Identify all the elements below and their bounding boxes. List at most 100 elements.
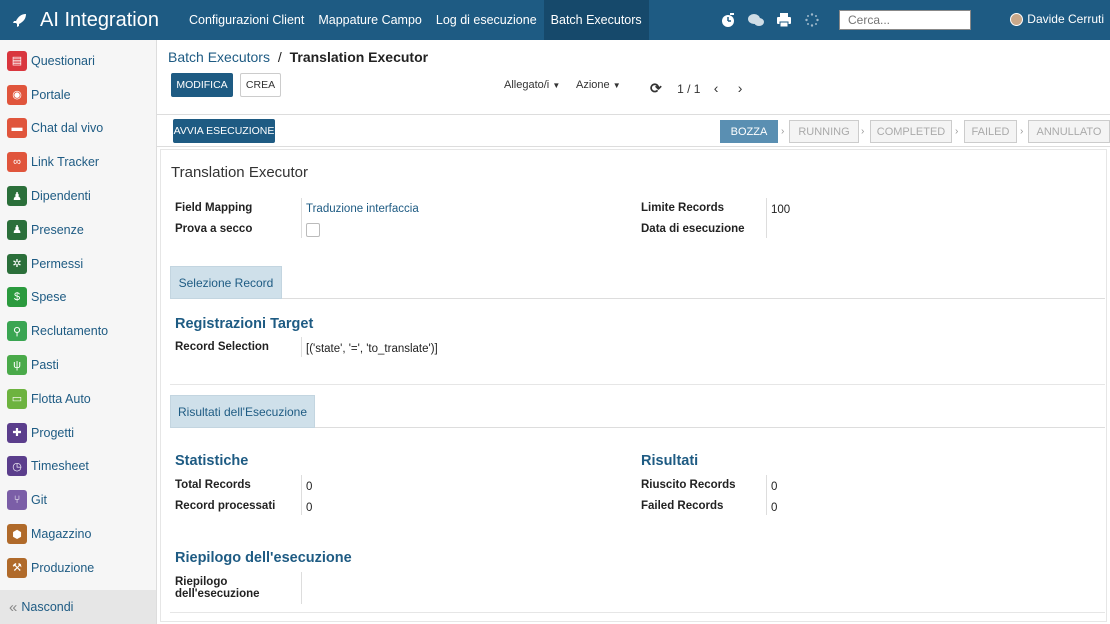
action-dropdown[interactable]: Azione ▼ bbox=[576, 79, 621, 91]
stage-arrow-icon: › bbox=[1020, 126, 1024, 137]
record-selection-label: Record Selection bbox=[175, 341, 269, 353]
sidebar-item-label: Link Tracker bbox=[31, 155, 100, 170]
total-records-value[interactable]: 0 bbox=[306, 481, 312, 493]
pager-value[interactable]: 1 / 1 bbox=[677, 82, 700, 96]
summary-label-line2: dell'esecuzione bbox=[175, 588, 260, 600]
sidebar-item-spese[interactable]: $ Spese bbox=[0, 281, 156, 315]
globe-icon: ◉ bbox=[7, 84, 27, 105]
sidebar-item-label: Pasti bbox=[31, 358, 59, 373]
menu-mappature-campo[interactable]: Mappature Campo bbox=[311, 0, 429, 40]
dry-run-label: Prova a secco bbox=[175, 223, 253, 235]
search-input[interactable] bbox=[839, 10, 971, 30]
sidebar-item-timesheet[interactable]: ◷ Timesheet bbox=[0, 450, 156, 484]
sidebar-item-permessi[interactable]: ✲ Permessi bbox=[0, 247, 156, 281]
chevron-right-icon[interactable]: › bbox=[738, 80, 743, 96]
tab-selezione-record[interactable]: Selezione Record bbox=[170, 266, 282, 299]
record-selection-value[interactable]: [('state', '=', 'to_translate')] bbox=[306, 343, 438, 355]
dry-run-checkbox[interactable] bbox=[306, 223, 320, 237]
tab-risultati-esecuzione[interactable]: Risultati dell'Esecuzione bbox=[170, 395, 315, 428]
main-content: Batch Executors / Translation Executor M… bbox=[157, 40, 1110, 624]
sidebar-item-dipendenti[interactable]: ♟ Dipendenti bbox=[0, 179, 156, 213]
breadcrumb-parent[interactable]: Batch Executors bbox=[168, 49, 270, 65]
field-divider bbox=[766, 475, 767, 515]
stage-bozza[interactable]: BOZZA bbox=[720, 120, 778, 143]
print-icon[interactable] bbox=[775, 11, 793, 29]
messages-icon[interactable] bbox=[747, 11, 765, 29]
car-icon: ▭ bbox=[7, 388, 27, 409]
caret-down-icon: ▼ bbox=[612, 81, 621, 90]
success-records-value[interactable]: 0 bbox=[771, 481, 777, 493]
sidebar-item-label: Magazzino bbox=[31, 527, 92, 542]
edit-button[interactable]: MODIFICA bbox=[171, 73, 233, 97]
activity-clock-icon[interactable] bbox=[719, 11, 737, 29]
field-divider bbox=[301, 337, 302, 357]
sidebar-item-label: Portale bbox=[31, 87, 71, 102]
menu-configurazioni-client[interactable]: Configurazioni Client bbox=[182, 0, 311, 40]
puzzle-icon: ✚ bbox=[7, 422, 27, 443]
sidebar-item-presenze[interactable]: ♟ Presenze bbox=[0, 213, 156, 247]
avatar bbox=[1010, 12, 1024, 26]
caret-down-icon: ▼ bbox=[552, 81, 561, 90]
field-divider bbox=[301, 572, 302, 604]
stage-failed[interactable]: FAILED bbox=[964, 120, 1017, 143]
stage-arrow-icon: › bbox=[955, 126, 959, 137]
sidebar-hide-button[interactable]: « Nascondi bbox=[0, 590, 156, 624]
sidebar-item-label: Git bbox=[31, 493, 47, 508]
failed-records-value[interactable]: 0 bbox=[771, 502, 777, 514]
chevron-left-icon[interactable]: ‹ bbox=[714, 80, 719, 96]
sidebar-item-label: Dipendenti bbox=[31, 189, 91, 204]
sidebar-item-label: Reclutamento bbox=[31, 324, 109, 339]
user-menu[interactable]: Davide Cerruti bbox=[1010, 12, 1104, 26]
search-user-icon: ⚲ bbox=[7, 321, 27, 342]
breadcrumb-current: Translation Executor bbox=[289, 49, 429, 65]
sidebar: ▤ Questionari ◉ Portale ▬ Chat dal vivo ∞ Link … bbox=[0, 40, 157, 624]
target-section-title: Registrazioni Target bbox=[175, 316, 314, 332]
sidebar-item-label: Flotta Auto bbox=[31, 391, 91, 406]
loading-spinner-icon bbox=[803, 11, 821, 29]
sun-icon: ✲ bbox=[7, 253, 27, 274]
limit-records-value[interactable]: 100 bbox=[771, 204, 790, 216]
sidebar-item-portale[interactable]: ◉ Portale bbox=[0, 78, 156, 112]
pager: ⟳ 1 / 1 ‹ › bbox=[650, 80, 742, 97]
action-label: Azione bbox=[576, 79, 610, 91]
sidebar-item-pasti[interactable]: ψ Pasti bbox=[0, 348, 156, 382]
limit-records-label: Limite Records bbox=[641, 202, 725, 214]
menu-log-esecuzione[interactable]: Log di esecuzione bbox=[429, 0, 544, 40]
sidebar-hide-label: Nascondi bbox=[21, 600, 74, 614]
box-icon: ⬢ bbox=[7, 524, 27, 545]
summary-section-title: Riepilogo dell'esecuzione bbox=[175, 550, 352, 566]
sidebar-item-git[interactable]: ⑂ Git bbox=[0, 483, 156, 517]
sidebar-item-produzione[interactable]: ⚒ Produzione bbox=[0, 551, 156, 585]
stage-completed[interactable]: COMPLETED bbox=[870, 120, 952, 143]
create-button[interactable]: CREA bbox=[240, 73, 281, 97]
success-records-label: Riuscito Records bbox=[641, 479, 736, 491]
refresh-icon[interactable]: ⟳ bbox=[650, 80, 662, 96]
sidebar-item-label: Spese bbox=[31, 290, 67, 305]
attachments-dropdown[interactable]: Allegato/i ▼ bbox=[504, 79, 560, 91]
sidebar-item-link-tracker[interactable]: ∞ Link Tracker bbox=[0, 145, 156, 179]
link-icon: ∞ bbox=[7, 152, 27, 173]
total-records-label: Total Records bbox=[175, 479, 251, 491]
sidebar-item-label: Permessi bbox=[31, 256, 84, 271]
processed-records-value[interactable]: 0 bbox=[306, 502, 312, 514]
sidebar-item-label: Presenze bbox=[31, 222, 84, 237]
menu-batch-executors[interactable]: Batch Executors bbox=[543, 0, 649, 40]
stage-arrow-icon: › bbox=[861, 126, 865, 137]
stage-annullato[interactable]: ANNULLATO bbox=[1028, 120, 1110, 143]
stage-running[interactable]: RUNNING bbox=[789, 120, 859, 143]
sidebar-item-label: Progetti bbox=[31, 425, 75, 440]
brand[interactable]: AI Integration bbox=[0, 9, 182, 32]
sidebar-item-reclutamento[interactable]: ⚲ Reclutamento bbox=[0, 314, 156, 348]
sidebar-item-magazzino[interactable]: ⬢ Magazzino bbox=[0, 517, 156, 551]
attachments-label: Allegato/i bbox=[504, 79, 550, 91]
sidebar-item-chat-dal-vivo[interactable]: ▬ Chat dal vivo bbox=[0, 112, 156, 146]
summary-label-line1: Riepilogo bbox=[175, 576, 228, 588]
field-mapping-value[interactable]: Traduzione interfaccia bbox=[306, 203, 419, 215]
sidebar-item-progetti[interactable]: ✚ Progetti bbox=[0, 416, 156, 450]
run-execution-button[interactable]: AVVIA ESECUZIONE bbox=[173, 119, 275, 143]
user-check-icon: ♟ bbox=[7, 219, 27, 240]
sidebar-item-label: Produzione bbox=[31, 560, 95, 575]
sidebar-item-flotta-auto[interactable]: ▭ Flotta Auto bbox=[0, 382, 156, 416]
processed-records-label: Record processati bbox=[175, 500, 276, 512]
sidebar-item-questionari[interactable]: ▤ Questionari bbox=[0, 44, 156, 78]
